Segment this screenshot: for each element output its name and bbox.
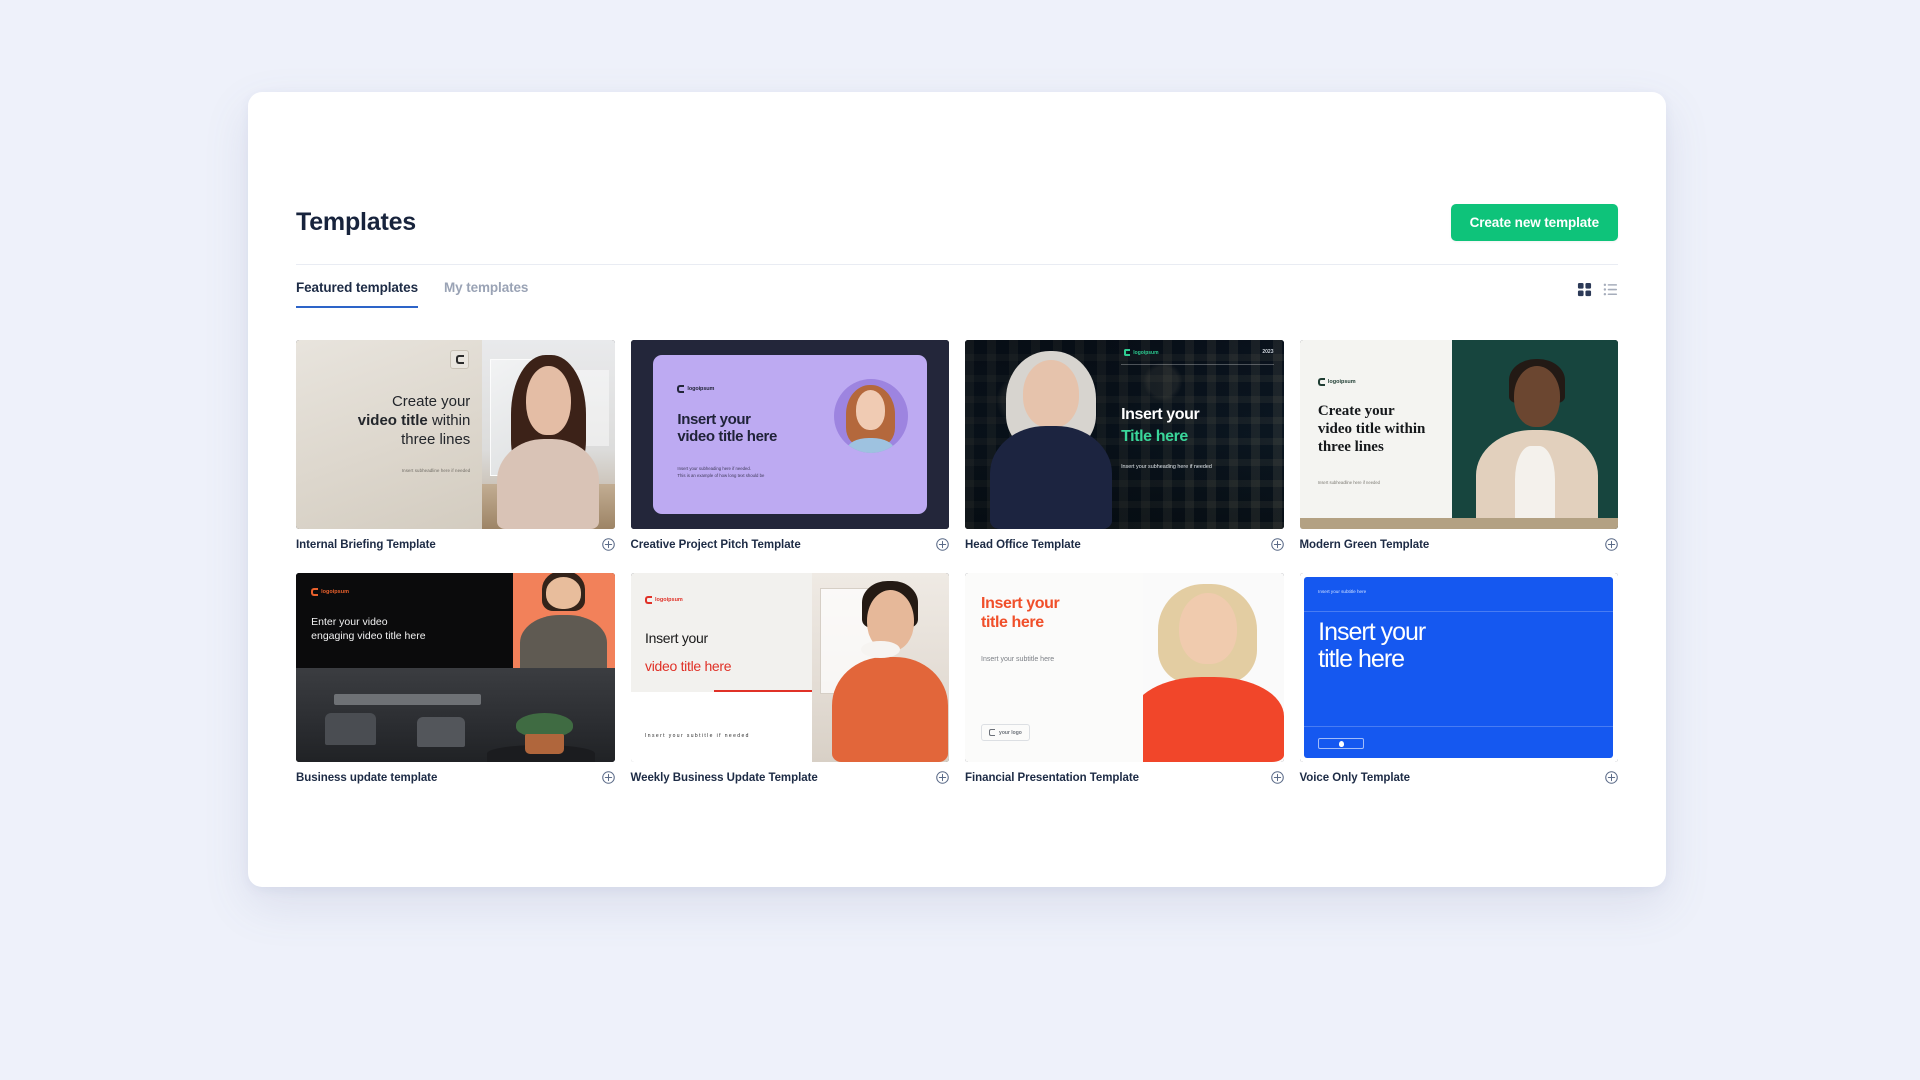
logoipsum-logo: logoipsum <box>1124 349 1159 356</box>
preview-year: 2023 <box>1262 349 1274 355</box>
plus-circle-icon[interactable] <box>936 538 949 551</box>
template-card-footer: Voice Only Template <box>1300 771 1619 784</box>
preview-title: Enter your video engaging video title her… <box>311 615 426 642</box>
template-card: Insert your title here Insert your subtit… <box>965 573 1284 784</box>
template-name: Modern Green Template <box>1299 538 1430 551</box>
preview-title-line1: Insert your <box>645 629 708 646</box>
logoipsum-mark-icon <box>645 595 653 604</box>
logoipsum-mark-icon <box>1124 349 1131 356</box>
templates-grid: Create your video title within three lin… <box>296 340 1618 784</box>
preview-subtitle: Insert your subtitle if needed <box>645 733 750 740</box>
presenter-photo <box>519 573 609 668</box>
template-name: Voice Only Template <box>1299 771 1411 784</box>
presenter-photo <box>493 355 604 529</box>
preview-title: Insert your video title here <box>677 410 777 446</box>
logo-placeholder-badge <box>1318 738 1365 750</box>
template-card-footer: Weekly Business Update Template <box>631 771 950 784</box>
page-header: Templates Create new template <box>296 194 1618 250</box>
plus-circle-icon[interactable] <box>601 771 615 784</box>
preview-title-line2: Title here <box>1121 428 1188 445</box>
list-view-icon[interactable] <box>1603 282 1618 297</box>
logoipsum-logo: logoipsum <box>677 385 714 394</box>
template-card: Insert your subtitle here Insert your tit… <box>1299 573 1619 784</box>
tabs-row: Featured templates My templates <box>296 280 1618 326</box>
template-card-footer: Modern Green Template <box>1300 538 1619 551</box>
header-divider <box>296 264 1618 265</box>
page-title: Templates <box>296 207 417 236</box>
preview-subtitle: Insert subheadline here if needed <box>401 468 471 473</box>
template-card-footer: Financial Presentation Template <box>965 771 1284 784</box>
preview-title-line2: video title here <box>645 658 732 675</box>
template-thumbnail-creative-project-pitch[interactable]: logoipsum Insert your video title here In… <box>630 340 949 529</box>
your-logo-badge: your logo <box>981 724 1030 742</box>
page-root: Templates Create new template Featured t… <box>0 0 1920 1080</box>
plus-circle-icon[interactable] <box>1270 771 1284 784</box>
template-card: Create your video title within three lin… <box>296 340 615 551</box>
template-thumbnail-voice-only[interactable]: Insert your subtitle here Insert your tit… <box>1299 573 1618 762</box>
preview-subtitle: Insert subheadline here if needed <box>1317 479 1381 485</box>
logoipsum-logo: logoipsum <box>645 595 683 604</box>
template-card-footer: Internal Briefing Template <box>296 538 615 551</box>
plus-circle-icon[interactable] <box>601 538 615 551</box>
template-card-footer: Business update template <box>296 771 615 784</box>
preview-title: Insert your title here <box>981 594 1060 631</box>
tabs: Featured templates My templates <box>296 280 528 308</box>
template-card-footer: Creative Project Pitch Template <box>631 538 950 551</box>
view-toggle <box>1577 280 1618 297</box>
presenter-photo <box>832 580 948 762</box>
logoipsum-mark-icon <box>677 385 685 394</box>
template-card: logoipsum Insert your video title here I… <box>630 573 950 784</box>
template-thumbnail-head-office[interactable]: logoipsum 2023 Insert your Title here In… <box>965 340 1284 529</box>
logoipsum-logo: logoipsum <box>311 588 349 597</box>
preview-subtitle: Insert your subtitle here <box>1318 589 1367 595</box>
plus-circle-icon[interactable] <box>1270 538 1284 551</box>
template-name: Weekly Business Update Template <box>630 771 818 784</box>
templates-panel: Templates Create new template Featured t… <box>248 92 1666 887</box>
template-name: Business update template <box>296 771 438 784</box>
plus-circle-icon[interactable] <box>1605 538 1618 551</box>
template-card: logoipsum Insert your video title here In… <box>630 340 950 551</box>
template-thumbnail-internal-briefing[interactable]: Create your video title within three lin… <box>296 340 615 529</box>
tab-featured-templates[interactable]: Featured templates <box>296 280 418 308</box>
logo-placeholder-icon <box>989 729 996 737</box>
plus-circle-icon[interactable] <box>936 771 949 784</box>
template-card: logoipsum 2023 Insert your Title here In… <box>965 340 1284 551</box>
preview-subtitle: Insert your subheading here if needed. Th… <box>677 466 765 479</box>
presenter-photo <box>1143 584 1284 762</box>
template-name: Internal Briefing Template <box>296 538 436 551</box>
presenter-photo <box>833 378 908 453</box>
template-name: Head Office Template <box>965 538 1081 551</box>
logoipsum-mark-icon <box>1317 377 1325 386</box>
create-new-template-button[interactable]: Create new template <box>1450 203 1618 241</box>
preview-title: Create your video title within three lin… <box>357 393 471 449</box>
template-card-footer: Head Office Template <box>965 538 1284 551</box>
presenter-photo <box>990 351 1112 529</box>
preview-subtitle: Insert your subtitle here <box>981 656 1055 664</box>
preview-title: Insert your title here <box>1318 617 1426 673</box>
logoipsum-logo: logoipsum <box>1317 377 1356 386</box>
logoipsum-mark-icon <box>311 588 319 597</box>
tab-my-templates[interactable]: My templates <box>444 280 528 308</box>
preview-title-line1: Insert your <box>1121 406 1200 423</box>
preview-subtitle: Insert your subheading here if needed <box>1121 464 1212 470</box>
template-thumbnail-business-update[interactable]: logoipsum Enter your video engaging video… <box>296 573 615 762</box>
logoipsum-mark-icon <box>450 350 470 369</box>
template-card: logoipsum Create your video title within… <box>1299 340 1619 551</box>
template-thumbnail-financial-presentation[interactable]: Insert your title here Insert your subtit… <box>965 573 1284 762</box>
template-thumbnail-modern-green[interactable]: logoipsum Create your video title within… <box>1299 340 1618 529</box>
preview-title: Create your video title within three lin… <box>1317 403 1426 456</box>
template-name: Financial Presentation Template <box>965 771 1139 784</box>
template-card: logoipsum Enter your video engaging video… <box>296 573 615 784</box>
template-thumbnail-weekly-business-update[interactable]: logoipsum Insert your video title here I… <box>630 573 949 762</box>
person-icon <box>1338 740 1344 747</box>
plus-circle-icon[interactable] <box>1605 771 1618 784</box>
template-name: Creative Project Pitch Template <box>630 538 801 551</box>
grid-view-icon[interactable] <box>1577 282 1592 297</box>
